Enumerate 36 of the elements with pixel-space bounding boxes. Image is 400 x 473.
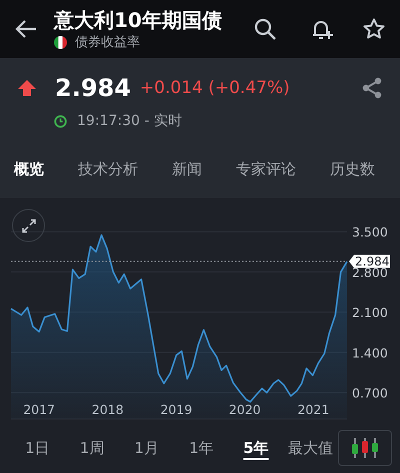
range-tab[interactable]: 1月: [119, 437, 174, 459]
axis-label: 2017: [23, 402, 56, 417]
tab[interactable]: 概览: [14, 159, 44, 179]
price-tag: 2.984: [349, 254, 390, 269]
expand-icon: [20, 218, 36, 234]
price-change: +0.014 (+0.47%): [140, 77, 290, 99]
tab[interactable]: 专家评论: [236, 159, 296, 179]
price: 2.984: [55, 74, 131, 102]
candlestick-icon: [350, 437, 380, 459]
expand-button[interactable]: [12, 209, 45, 242]
tab[interactable]: 技术分析: [78, 159, 138, 179]
axis-label: 2018: [92, 402, 124, 417]
axis-label: 2020: [228, 402, 261, 417]
share-icon[interactable]: [362, 77, 382, 99]
axis-label: 2019: [160, 402, 192, 417]
range-tab[interactable]: 5年: [228, 437, 284, 459]
search-icon[interactable]: [253, 17, 277, 41]
tab[interactable]: 新闻: [172, 159, 202, 179]
range-tab[interactable]: 1日: [10, 437, 65, 459]
range-tab[interactable]: 1年: [174, 437, 229, 459]
star-icon[interactable]: [362, 17, 386, 41]
back-icon[interactable]: [14, 19, 38, 39]
flag-icon: [54, 36, 67, 49]
range-tab[interactable]: 1周: [64, 437, 120, 459]
subtitle: 债券收益率: [75, 34, 140, 50]
axis-label: 1.400: [352, 345, 388, 360]
update-time: 19:17:30 - 实时: [77, 112, 182, 130]
axis-label: 3.500: [352, 224, 388, 240]
candlestick-button[interactable]: [338, 430, 392, 466]
tab[interactable]: 历史数: [330, 159, 375, 179]
window-title: 意大利10年期国债: [54, 8, 222, 32]
range-tab[interactable]: 最大值: [283, 437, 338, 459]
axis-label: 2.100: [352, 305, 388, 320]
clock-icon: [54, 114, 67, 128]
axis-label: 0.700: [352, 386, 388, 401]
axis-label: 2021: [298, 402, 330, 417]
